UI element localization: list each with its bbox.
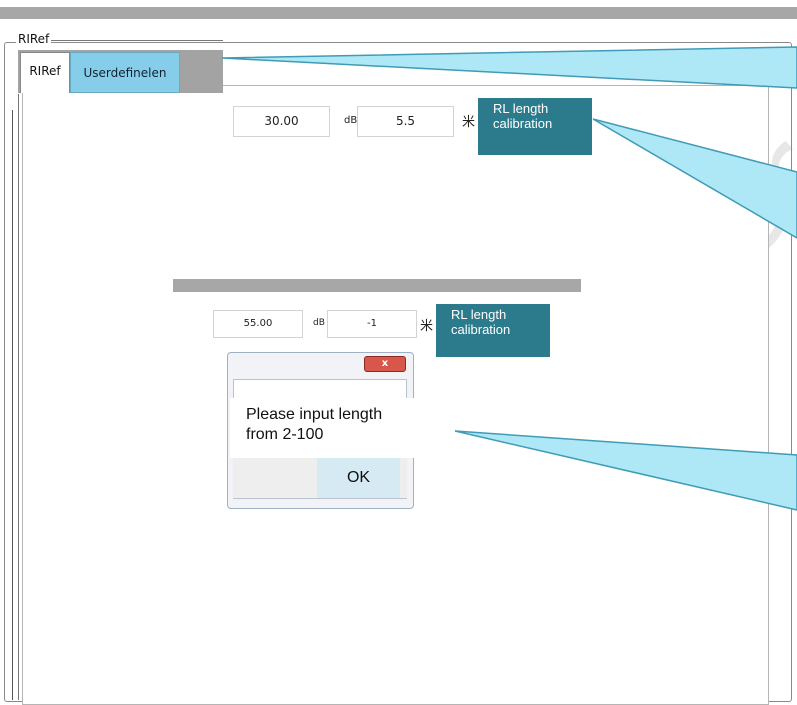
callout-arrow-rl-button [592, 118, 797, 239]
callout-arrow-tabs [221, 46, 797, 89]
callout-arrows [221, 46, 797, 511]
callout-arrow-dialog [454, 430, 797, 511]
bottom-white-patch [612, 686, 752, 698]
